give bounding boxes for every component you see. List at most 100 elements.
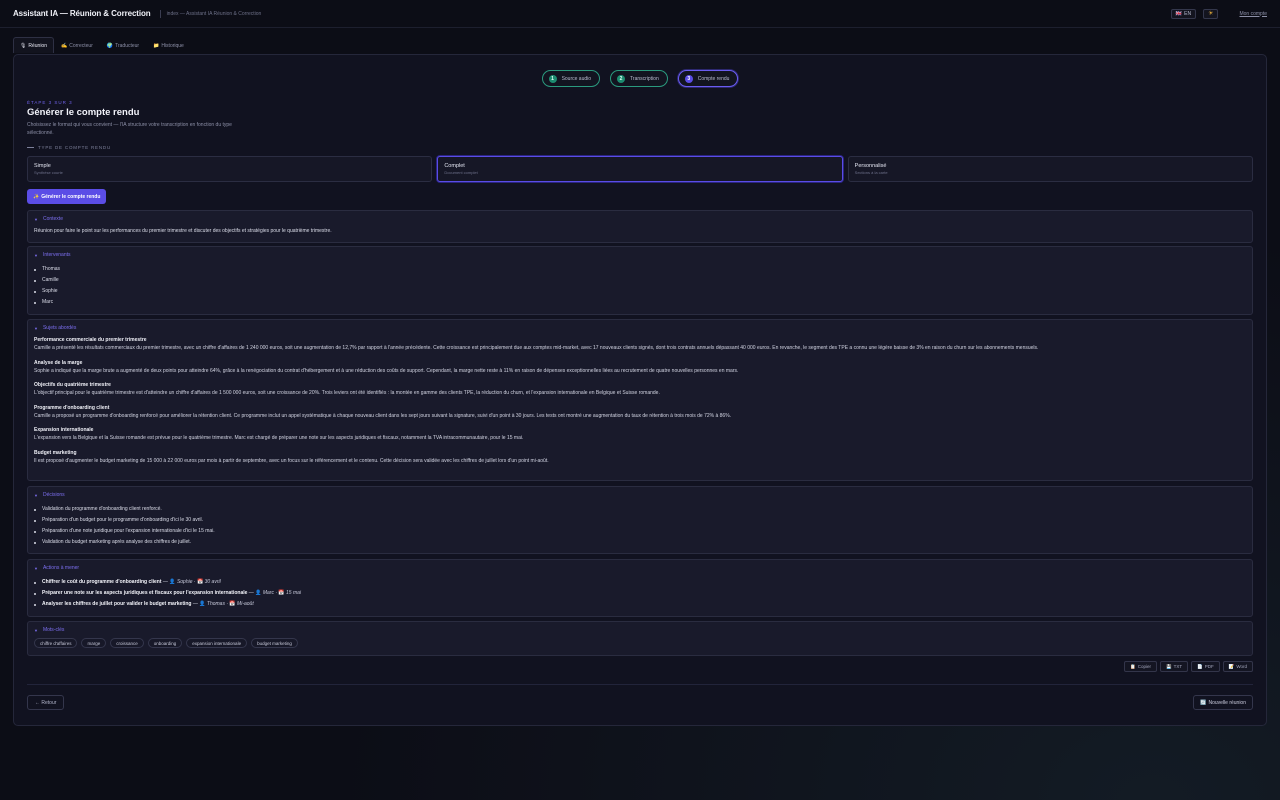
- memo-icon: 📝: [1228, 663, 1235, 669]
- calendar-icon: 📅: [196, 579, 204, 585]
- step-label: Source audio: [561, 75, 592, 82]
- folder-icon: 📁: [153, 42, 160, 49]
- refresh-icon: 🔄: [1200, 699, 1207, 706]
- language-toggle[interactable]: 🇬🇧 EN: [1170, 8, 1197, 19]
- keyword-chip: onboarding: [147, 638, 183, 648]
- keyword-chip: chiffre d'affaires: [34, 638, 78, 648]
- decision-item: Validation du programme d'onboarding cli…: [34, 506, 1246, 517]
- participant-item: Camille: [34, 277, 1246, 288]
- section-topics: ▼ Sujets abordés Performance commerciale…: [27, 319, 1253, 481]
- tab-label: Traducteur: [115, 42, 140, 49]
- topic-item: Objectifs du quatrième trimestre L'objec…: [34, 381, 1246, 398]
- section-header[interactable]: ▼ Contexte: [34, 216, 63, 222]
- step-transcription[interactable]: 2 Transcription: [610, 70, 668, 87]
- topic-item: Performance commerciale du premier trime…: [34, 336, 1246, 353]
- option-subtitle: Synthèse courte: [34, 170, 63, 175]
- step-number: 3: [684, 74, 693, 83]
- step-label: Compte rendu: [697, 75, 730, 82]
- caret-down-icon: ▼: [34, 565, 38, 571]
- option-subtitle: Document complet: [444, 170, 478, 175]
- topic-item: Analyse de la marge Sophie a indiqué que…: [34, 359, 1246, 376]
- report-type-complet[interactable]: Complet Document complet: [437, 156, 843, 182]
- main-tabs: 🎙 Réunion ✍️ Correcteur 🌍 Traducteur 📁 H…: [13, 37, 191, 53]
- new-meeting-button[interactable]: 🔄 Nouvelle réunion: [1193, 695, 1253, 710]
- account-link[interactable]: Mon compte: [1239, 11, 1267, 17]
- export-pdf-button[interactable]: 📄 PDF: [1191, 661, 1220, 672]
- topic-text: L'expansion vers la Belgique et la Suiss…: [34, 435, 524, 441]
- clipboard-icon: 📋: [1130, 663, 1136, 669]
- participant-item: Marc: [34, 299, 1246, 310]
- report-type-label: TYPE DE COMPTE RENDU: [27, 145, 111, 150]
- step-source-audio[interactable]: 1 Source audio: [541, 70, 601, 87]
- topic-title: Budget marketing: [34, 449, 77, 456]
- tab-historique[interactable]: 📁 Historique: [146, 37, 191, 53]
- back-button[interactable]: ← Retour: [27, 695, 65, 710]
- caret-down-icon: ▼: [34, 252, 38, 258]
- main-card: 1 Source audio 2 Transcription 3 Compte …: [13, 54, 1267, 726]
- decision-item: Validation du budget marketing après ana…: [34, 539, 1246, 550]
- caret-down-icon: ▼: [34, 216, 38, 222]
- app-title: Assistant IA — Réunion & Correction: [13, 9, 151, 18]
- section-context: ▼ Contexte Réunion pour faire le point s…: [27, 210, 1253, 243]
- sparkles-icon: ✨: [33, 193, 40, 200]
- action-item: Chiffrer le coût du programme d'onboardi…: [34, 579, 1246, 590]
- report-type-simple[interactable]: Simple Synthèse courte: [27, 156, 433, 182]
- person-icon: 👤: [169, 579, 176, 585]
- person-icon: 👤: [255, 590, 262, 596]
- tab-traducteur[interactable]: 🌍 Traducteur: [100, 37, 146, 53]
- step-label: Transcription: [630, 75, 659, 82]
- section-keywords: ▼ Mots-clés chiffre d'affaires marge cro…: [27, 621, 1253, 656]
- keyword-chip: expansion internationale: [186, 638, 248, 648]
- report-type-selector: Simple Synthèse courte Complet Document …: [27, 156, 1253, 182]
- calendar-icon: 📅: [229, 601, 236, 607]
- person-icon: 👤: [199, 601, 206, 607]
- section-header[interactable]: ▼ Mots-clés: [34, 627, 64, 633]
- topic-text: L'objectif principal pour le quatrième t…: [34, 390, 660, 396]
- generate-label: Générer le compte rendu: [41, 193, 101, 200]
- topic-item: Programme d'onboarding client Camille a …: [34, 404, 1246, 421]
- action-item: Préparer une note sur les aspects juridi…: [34, 590, 1246, 601]
- section-header[interactable]: ▼ Sujets abordés: [34, 325, 76, 331]
- topic-title: Performance commerciale du premier trime…: [34, 337, 147, 343]
- topic-title: Programme d'onboarding client: [34, 404, 110, 411]
- decision-item: Préparation d'un budget pour le programm…: [34, 517, 1246, 528]
- section-decisions: ▼ Décisions Validation du programme d'on…: [27, 486, 1253, 554]
- step-compte-rendu[interactable]: 3 Compte rendu: [677, 70, 739, 87]
- writing-hand-icon: ✍️: [61, 42, 68, 49]
- step-number: 1: [548, 74, 557, 83]
- tab-reunion[interactable]: 🎙 Réunion: [13, 37, 54, 53]
- export-word-button[interactable]: 📝 Word: [1222, 661, 1253, 672]
- section-actions: ▼ Actions à mener Chiffrer le coût du pr…: [27, 559, 1253, 617]
- export-txt-button[interactable]: 💾 TXT: [1160, 661, 1189, 672]
- topic-item: Budget marketing Il est proposé d'augmen…: [34, 449, 1246, 466]
- tab-label: Historique: [161, 42, 184, 49]
- generate-report-button[interactable]: ✨ Générer le compte rendu: [27, 189, 107, 204]
- option-title: Personnalisé: [854, 163, 887, 169]
- caret-down-icon: ▼: [34, 627, 38, 633]
- section-participants: ▼ Intervenants Thomas Camille Sophie Mar…: [27, 246, 1253, 315]
- step-eyebrow: ÉTAPE 3 SUR 3: [27, 100, 73, 105]
- copy-button[interactable]: 📋 Copier: [1124, 661, 1157, 672]
- topic-item: Expansion internationale L'expansion ver…: [34, 426, 1246, 443]
- page-description: Choisissez le format qui vous convient —…: [27, 122, 232, 136]
- calendar-icon: 📅: [278, 590, 285, 596]
- section-header[interactable]: ▼ Intervenants: [34, 252, 71, 258]
- keyword-chip: croissance: [110, 638, 144, 648]
- section-header[interactable]: ▼ Actions à mener: [34, 565, 79, 571]
- step-number: 2: [617, 74, 626, 83]
- top-bar: Assistant IA — Réunion & Correction inde…: [0, 0, 1280, 28]
- document-icon: 📄: [1197, 663, 1203, 669]
- flag-icon: 🇬🇧: [1175, 10, 1183, 17]
- section-header[interactable]: ▼ Décisions: [34, 492, 65, 498]
- tab-correcteur[interactable]: ✍️ Correcteur: [54, 37, 100, 53]
- caret-down-icon: ▼: [34, 325, 38, 331]
- theme-toggle[interactable]: ☀: [1203, 8, 1219, 19]
- floppy-icon: 💾: [1166, 663, 1172, 669]
- page-title: Générer le compte rendu: [27, 107, 140, 118]
- language-label: EN: [1184, 10, 1192, 17]
- topic-title: Expansion internationale: [34, 427, 94, 433]
- microphone-icon: 🎙: [20, 42, 27, 49]
- report-type-personnalise[interactable]: Personnalisé Sections à la carte: [847, 156, 1253, 182]
- option-title: Complet: [444, 163, 465, 169]
- topic-text: Sophie a indiqué que la marge brute a au…: [34, 367, 739, 374]
